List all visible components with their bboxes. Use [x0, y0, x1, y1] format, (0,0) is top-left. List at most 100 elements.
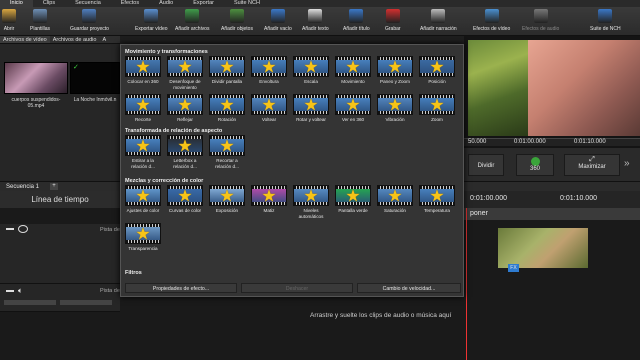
- effect-item[interactable]: ★ Zoom: [417, 94, 457, 123]
- microphone-button[interactable]: Añadir narración: [420, 8, 457, 35]
- tab-sequence-1[interactable]: Secuencia 1: [6, 184, 39, 190]
- add-blank-button[interactable]: Añadir vacío: [264, 8, 292, 35]
- video-effects-button[interactable]: Efectos de vídeo: [473, 8, 510, 35]
- add-files-button[interactable]: Añadir archivos: [175, 8, 209, 35]
- effect-item[interactable]: ★ Exposición: [207, 185, 247, 214]
- collapse-icon[interactable]: [6, 228, 14, 230]
- effect-item[interactable]: ★ Escala: [291, 56, 331, 85]
- effect-item[interactable]: ★ Envoltura: [249, 56, 289, 85]
- effect-item[interactable]: ★ Desenfoque de movimiento: [165, 56, 205, 90]
- record-button[interactable]: Grabar: [385, 8, 401, 35]
- menu-tab[interactable]: Audio: [149, 0, 183, 7]
- playhead[interactable]: [466, 208, 467, 360]
- 360-button[interactable]: 360: [516, 154, 554, 176]
- tab-video-files[interactable]: Archivos de vídeo: [0, 36, 50, 43]
- menu-tab[interactable]: Clips: [33, 0, 65, 7]
- effect-item[interactable]: ★ Dividir pantalla: [207, 56, 247, 85]
- track-label: Pista de: [100, 288, 120, 294]
- clip-title-strip[interactable]: poner: [464, 208, 640, 220]
- audio-effects-button[interactable]: Efectos de audio: [522, 8, 559, 35]
- toolbar-label: Exportar vídeo: [135, 26, 168, 32]
- collapse-icon[interactable]: [6, 290, 14, 292]
- tab-audio-files[interactable]: Archivos de audio: [50, 36, 100, 43]
- nch-suite-button[interactable]: Suite de NCH: [590, 8, 621, 35]
- menu-tab[interactable]: Exportar: [183, 0, 224, 7]
- media-clip[interactable]: ✓ La Noche Inmóvil.n: [70, 62, 120, 103]
- effect-label: Ver en 360: [341, 117, 365, 122]
- export-video-button[interactable]: Exportar vídeo: [135, 8, 168, 35]
- effect-properties-button[interactable]: Propiedades de efecto...: [125, 283, 237, 293]
- effect-item[interactable]: ★ Voltear: [249, 94, 289, 123]
- menu-tab[interactable]: Inicio: [0, 0, 33, 7]
- effect-item[interactable]: ★ Posición: [417, 56, 457, 85]
- effect-item[interactable]: ★ Colocar en 360: [123, 56, 163, 85]
- effect-label: Matiz: [263, 208, 275, 213]
- menu-tab[interactable]: Efectos: [111, 0, 149, 7]
- add-sequence-button[interactable]: +: [50, 183, 58, 190]
- folder-button[interactable]: Abrir: [2, 8, 16, 35]
- effect-item[interactable]: ★ Movimiento: [333, 56, 373, 85]
- effect-item[interactable]: ★ Saturación: [375, 185, 415, 214]
- effect-item[interactable]: ★ Transparencia: [123, 223, 163, 252]
- eye-icon[interactable]: [18, 225, 28, 233]
- effect-item[interactable]: ★ Letterbox a relación d...: [165, 135, 205, 169]
- template-button[interactable]: Plantillas: [30, 8, 50, 35]
- tab-images[interactable]: A: [99, 36, 109, 43]
- timeline-title: Línea de tiempo: [0, 191, 120, 208]
- toolbar-label: Añadir vacío: [264, 26, 292, 32]
- effect-item[interactable]: ★ Pantalla verde: [333, 185, 373, 214]
- effect-item[interactable]: ★ Curvas de color: [165, 185, 205, 214]
- menu-tab[interactable]: Suite NCH: [224, 0, 270, 7]
- speed-change-button[interactable]: Cambio de velocidad...: [357, 283, 461, 293]
- effect-label: Dividir pantalla: [211, 79, 243, 84]
- effect-label: Ajustes de color: [126, 208, 160, 213]
- effect-section-title: Transformada de relación de aspecto: [125, 128, 223, 134]
- media-clip[interactable]: cuerpos suspendidos-05.mp4: [4, 62, 68, 109]
- timeline-clip[interactable]: [498, 228, 588, 268]
- fx-badge[interactable]: FX: [508, 264, 519, 272]
- effect-item[interactable]: ★ Ajustes de color: [123, 185, 163, 214]
- effect-thumbnail: ★: [167, 94, 203, 115]
- pan-slider[interactable]: [60, 300, 112, 305]
- effect-thumbnail: ★: [251, 185, 287, 206]
- effect-item[interactable]: ★ Recorte: [123, 94, 163, 123]
- effect-item[interactable]: ★ Reflejar: [165, 94, 205, 123]
- effect-item[interactable]: ★ Temperatura: [417, 185, 457, 214]
- star-icon: ★: [177, 136, 193, 155]
- speaker-icon[interactable]: 🔈︎: [18, 286, 23, 296]
- toolbar-label: Añadir título: [343, 26, 370, 32]
- menu-tab[interactable]: Secuencia: [65, 0, 111, 7]
- star-icon: ★: [345, 95, 361, 114]
- effect-item[interactable]: ★ Paneo y Zoom: [375, 56, 415, 85]
- effect-item[interactable]: ★ Estirar a la relación d...: [123, 135, 163, 169]
- star-icon: ★: [219, 136, 235, 155]
- split-button[interactable]: Dividir: [468, 154, 504, 176]
- effect-item[interactable]: ★ Rotación: [207, 94, 247, 123]
- save-button[interactable]: Guardar proyecto: [70, 8, 109, 35]
- text-button[interactable]: Añadir texto: [302, 8, 329, 35]
- more-chevron-icon[interactable]: »: [624, 158, 630, 169]
- add-objects-button[interactable]: Añadir objetos: [221, 8, 253, 35]
- effect-label: Vibración: [385, 117, 405, 122]
- effect-item[interactable]: ★ Matiz: [249, 185, 289, 214]
- export-video-icon: [144, 9, 159, 23]
- maximize-button[interactable]: ⤢ Maximizar: [564, 154, 620, 176]
- effect-item[interactable]: ★ Ver en 360: [333, 94, 373, 123]
- track-label: Pista de: [100, 227, 120, 233]
- effect-item[interactable]: ★ Niveles automáticos: [291, 185, 331, 219]
- effect-label: Posición: [428, 79, 446, 84]
- undo-button[interactable]: Deshacer: [241, 283, 353, 293]
- media-bin-tabs: Archivos de vídeo Archivos de audio A: [0, 36, 120, 44]
- toolbar-label: Guardar proyecto: [70, 26, 109, 32]
- star-icon: ★: [177, 95, 193, 114]
- effect-item[interactable]: ★ Rotar y voltear: [291, 94, 331, 123]
- effect-label: Escala: [304, 79, 318, 84]
- effect-item[interactable]: ★ Vibración: [375, 94, 415, 123]
- effect-thumbnail: ★: [125, 94, 161, 115]
- volume-slider[interactable]: [4, 300, 56, 305]
- preview-timebar[interactable]: 50.000 0:01:00.000 0:01:10.000: [464, 138, 640, 146]
- effect-thumbnail: ★: [377, 185, 413, 206]
- audio-effects-icon: [533, 9, 548, 23]
- title-button[interactable]: Añadir título: [343, 8, 370, 35]
- effect-item[interactable]: ★ Recortar a relación d...: [207, 135, 247, 169]
